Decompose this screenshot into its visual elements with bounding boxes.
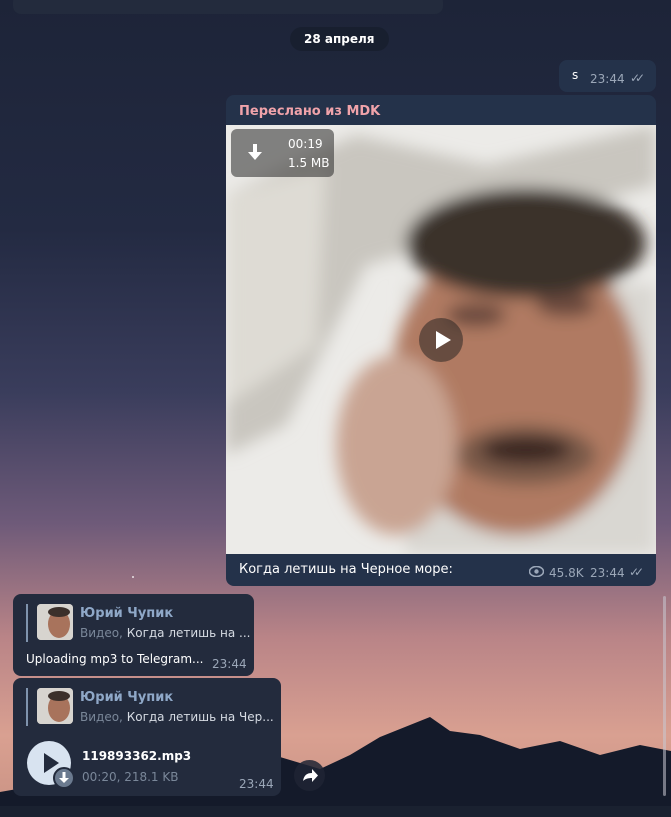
incoming-message[interactable]: Юрий Чупик Видео, Когда летишь на ... Up… bbox=[13, 594, 254, 676]
reply-preview[interactable]: Юрий Чупик Видео, Когда летишь на Чер... bbox=[26, 688, 274, 726]
star bbox=[132, 576, 134, 578]
reply-text: Когда летишь на Чер... bbox=[126, 710, 274, 724]
outgoing-message[interactable]: s 23:44 ✓✓ bbox=[559, 60, 656, 92]
reply-kind: Видео, bbox=[80, 626, 123, 640]
audio-play-button[interactable] bbox=[27, 741, 75, 789]
composer-bar bbox=[0, 806, 671, 817]
reply-kind: Видео, bbox=[80, 710, 123, 724]
reply-snippet: Видео, Когда летишь на Чер... bbox=[80, 710, 274, 724]
download-icon bbox=[59, 772, 69, 783]
reply-author: Юрий Чупик bbox=[80, 690, 174, 705]
scrollbar[interactable] bbox=[663, 596, 666, 796]
reply-thumbnail bbox=[37, 604, 73, 640]
download-chip[interactable]: 00:19 1.5 MB bbox=[231, 129, 334, 177]
previous-message-bubble[interactable] bbox=[13, 0, 443, 14]
incoming-audio-message[interactable]: Юрий Чупик Видео, Когда летишь на Чер...… bbox=[13, 678, 281, 796]
reply-thumbnail-image bbox=[37, 604, 73, 640]
video-caption: Когда летишь на Черное море: bbox=[239, 562, 453, 577]
view-count: 45.8K bbox=[549, 566, 584, 580]
forwarded-from-label[interactable]: Переслано из MDK bbox=[239, 104, 380, 119]
reply-snippet: Видео, Когда летишь на ... bbox=[80, 626, 251, 640]
download-icon bbox=[248, 144, 262, 160]
video-preview[interactable]: 00:19 1.5 MB bbox=[226, 125, 656, 554]
reply-thumbnail-image bbox=[37, 688, 73, 724]
video-duration: 00:19 bbox=[288, 137, 323, 151]
message-text: s bbox=[572, 68, 579, 82]
download-badge[interactable] bbox=[53, 767, 75, 789]
reply-author: Юрий Чупик bbox=[80, 606, 174, 621]
double-check-icon: ✓✓ bbox=[630, 71, 645, 85]
video-size: 1.5 MB bbox=[288, 156, 330, 170]
message-time: 23:44 bbox=[590, 72, 625, 86]
play-button[interactable] bbox=[419, 318, 463, 362]
share-button[interactable] bbox=[294, 760, 325, 791]
reply-preview[interactable]: Юрий Чупик Видео, Когда летишь на ... bbox=[26, 604, 251, 642]
play-icon bbox=[436, 331, 451, 349]
date-separator: 28 апреля bbox=[290, 27, 389, 51]
message-time: 23:44 bbox=[212, 657, 247, 671]
eye-icon bbox=[529, 566, 544, 577]
audio-file-name: 119893362.mp3 bbox=[82, 749, 192, 763]
forwarded-video-message[interactable]: Переслано из MDK 00:19 1.5 MB Когда лети… bbox=[226, 95, 656, 586]
double-check-icon: ✓✓ bbox=[629, 565, 644, 579]
reply-text: Когда летишь на ... bbox=[126, 626, 251, 640]
message-time: 23:44 bbox=[239, 777, 274, 791]
share-icon bbox=[303, 769, 318, 782]
audio-file-meta: 00:20, 218.1 KB bbox=[82, 770, 179, 784]
message-time: 23:44 bbox=[590, 566, 625, 580]
reply-thumbnail bbox=[37, 688, 73, 724]
message-text: Uploading mp3 to Telegram... bbox=[26, 652, 204, 666]
